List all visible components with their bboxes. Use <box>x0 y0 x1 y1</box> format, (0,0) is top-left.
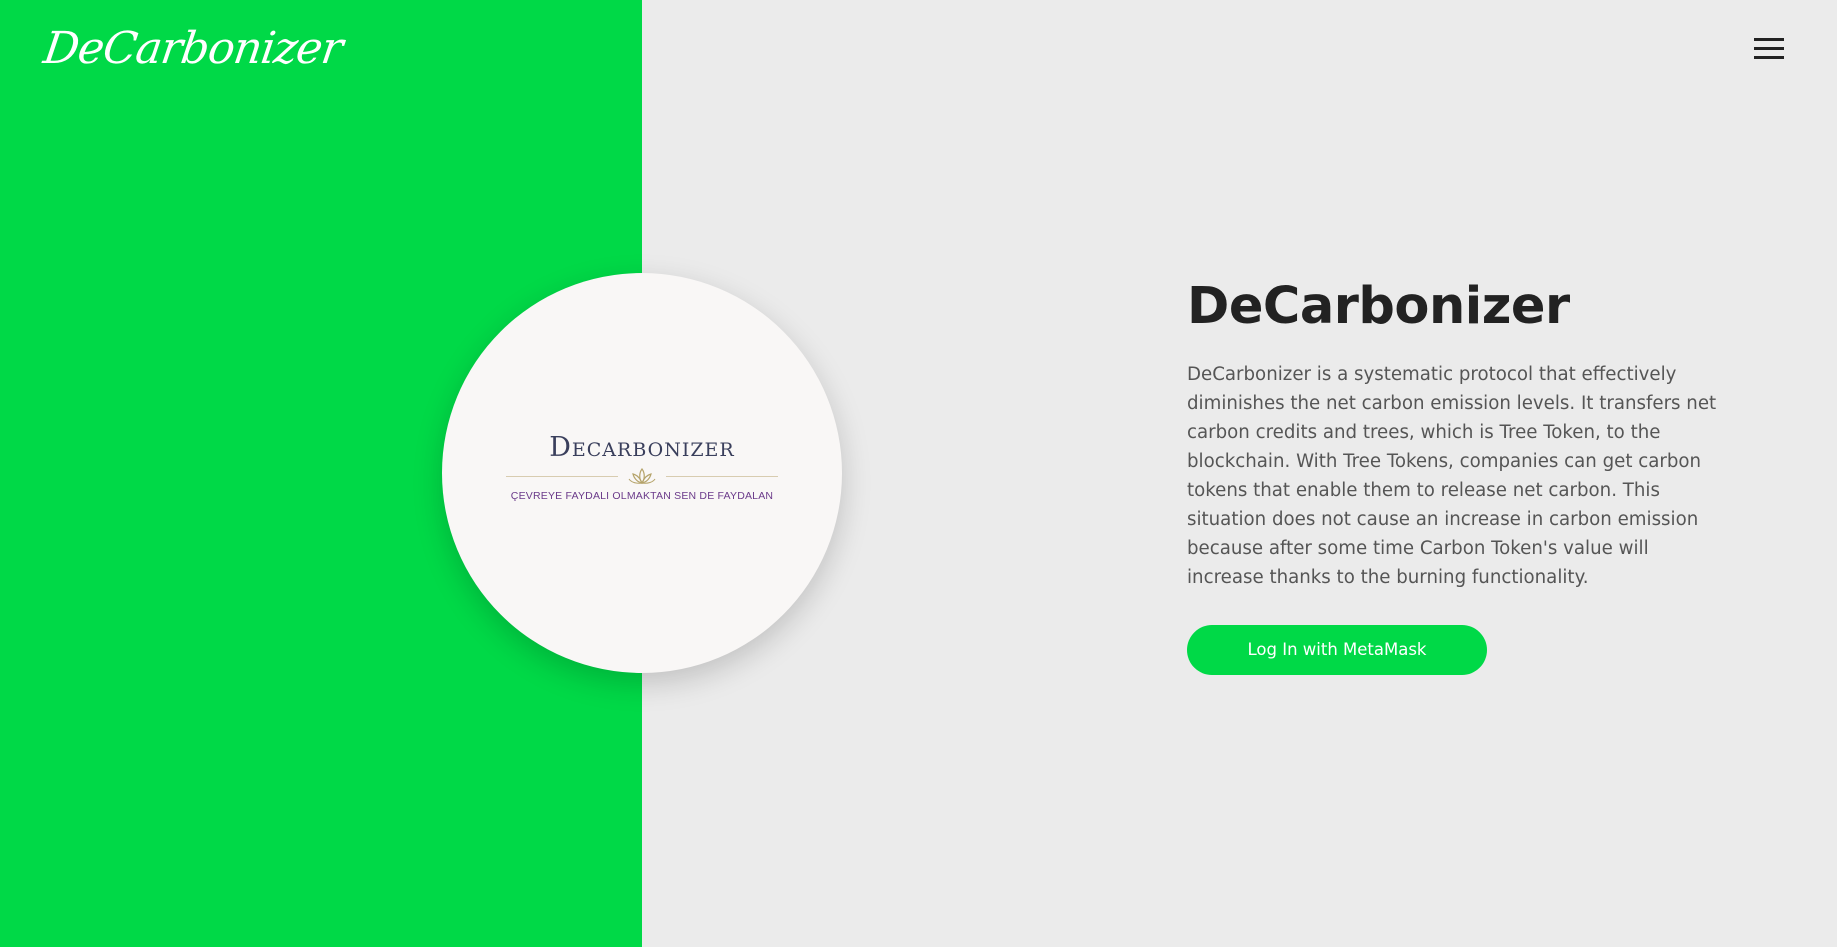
logo-circle: Decarbonizer ÇEVREYE FAYDALI OLMAKTAN SE… <box>442 273 842 673</box>
decarbonizer-logo: Decarbonizer ÇEVREYE FAYDALI OLMAKTAN SE… <box>506 433 778 502</box>
logo-divider <box>506 465 778 487</box>
logo-tagline: ÇEVREYE FAYDALI OLMAKTAN SEN DE FAYDALAN <box>510 490 774 502</box>
landing-page: DeCarbonizer Decarbonizer ÇEVREYE FAYDAL… <box>0 0 1837 947</box>
lotus-icon <box>628 467 656 485</box>
divider-line <box>666 476 778 477</box>
metamask-login-button[interactable]: Log In with MetaMask <box>1187 625 1487 675</box>
menu-bar <box>1754 38 1784 41</box>
logo-title: Decarbonizer <box>549 432 735 463</box>
divider-line <box>506 476 618 477</box>
page-title: DeCarbonizer <box>1187 277 1570 336</box>
menu-bar <box>1754 47 1784 50</box>
hero-content: DeCarbonizer DeCarbonizer is a systemati… <box>1187 270 1727 675</box>
brand-logo[interactable]: DeCarbonizer <box>38 6 348 92</box>
hero-description: DeCarbonizer is a systematic protocol th… <box>1187 364 1717 588</box>
menu-bar <box>1754 56 1784 59</box>
hamburger-menu-icon[interactable] <box>1750 34 1784 64</box>
